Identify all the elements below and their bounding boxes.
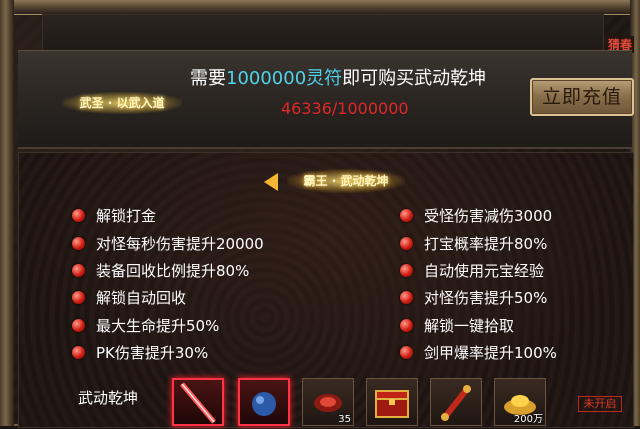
title-badge-wusheng: 武圣 · 以武入道 [62,92,182,114]
top-tab-bar [42,14,604,54]
bonus-text: 自动使用元宝经验 [424,261,545,280]
bonus-item: 打宝概率提升80% [400,232,547,254]
need-prefix: 需要 [190,68,226,89]
red-bullet-icon [72,345,85,359]
progress-text: 46336/1000000 [281,99,409,118]
item-count: 35 [338,414,351,425]
need-suffix: 即可购买武动乾坤 [342,68,487,89]
red-bullet-icon [72,236,85,250]
red-bullet-icon [400,263,413,277]
bonus-item: 最大生命提升50% [72,314,219,336]
bonus-item: 自动使用元宝经验 [400,259,544,281]
bonus-text: 打宝概率提升80% [424,234,548,253]
treasure-chest-icon [375,390,409,418]
title-badge-bawang: 霸王 · 武动乾坤 [287,169,405,193]
recharge-button[interactable]: 立即充值 [530,78,634,116]
bonus-text: 最大生命提升50% [96,316,220,335]
red-bullet-icon [400,290,413,304]
item-slot[interactable]: 35 [302,378,354,426]
red-sword-icon [180,382,216,424]
frame-left-border [0,0,14,426]
red-bullet-icon [72,290,85,304]
bonus-text: 装备回收比例提升80% [96,261,250,280]
item-slot[interactable] [430,378,482,426]
red-bullet-icon [400,208,413,222]
bonus-item: PK伤害提升30% [72,341,208,363]
bonus-text: 解锁一键拾取 [424,316,515,335]
frame-top-border [0,0,640,15]
bonus-item: 对怪伤害提升50% [400,286,547,308]
bonus-text: 对怪伤害提升50% [424,288,548,307]
bonus-item: 对怪每秒伤害提升20000 [72,232,264,254]
bonus-item: 解锁打金 [72,204,156,226]
red-bullet-icon [400,345,413,359]
red-bullet-icon [400,236,413,250]
red-bullet-icon [400,318,413,332]
bonus-item: 受怪伤害减伤3000 [400,204,552,226]
item-slot[interactable] [172,378,224,426]
blue-orb-icon [252,392,276,416]
red-bullet-icon [72,318,85,332]
red-bullet-icon [72,263,85,277]
bonus-item: 解锁自动回收 [72,286,186,308]
bonus-text: PK伤害提升30% [96,343,209,362]
item-count: 200万 [513,414,543,425]
bonus-text: 剑甲爆率提升100% [424,343,557,362]
red-bullet-icon [72,208,85,222]
bonus-item: 解锁一键拾取 [400,314,514,336]
red-scroll-icon [441,385,471,421]
bonus-item: 剑甲爆率提升100% [400,341,557,363]
need-amount: 1000000灵符 [226,68,343,89]
unopened-badge: 未开启 [578,396,622,412]
bonus-text: 受怪伤害减伤3000 [424,206,553,225]
item-slot[interactable] [238,378,290,426]
item-slot[interactable]: 200万 [494,378,546,426]
items-label: 武动乾坤 [78,389,139,407]
item-slot[interactable] [366,378,418,426]
bonus-text: 解锁打金 [96,206,157,225]
bonus-item: 装备回收比例提升80% [72,259,249,281]
arrow-left-icon[interactable] [264,173,278,191]
purchase-requirement: 需要1000000灵符即可购买武动乾坤 [190,64,520,89]
bonus-text: 解锁自动回收 [96,288,187,307]
bonus-text: 对怪每秒伤害提升20000 [96,234,264,253]
